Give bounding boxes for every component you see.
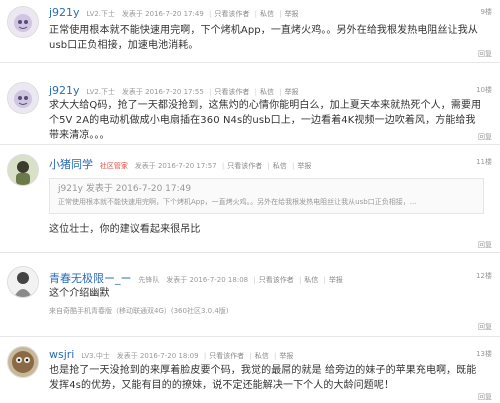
post-content: 也是抢了一天没抢到的来厚着脸皮要个码，我觉的最屌的就是 给旁边的妹子的苹果充电啊… — [49, 365, 477, 391]
post-content: 这位壮士，你的建议看起来很吊比 — [49, 224, 201, 235]
report-link[interactable]: 举报 — [329, 276, 343, 284]
pm-link[interactable]: 私信 — [260, 88, 274, 96]
floor-number: 11楼 — [476, 158, 492, 166]
user-level: 先锋队 — [138, 276, 160, 284]
reply-link[interactable]: 回复 — [478, 240, 492, 250]
reply-link[interactable]: 回复 — [478, 132, 492, 142]
avatar[interactable] — [7, 154, 39, 186]
report-link[interactable]: 举报 — [297, 162, 311, 170]
quote-block: j921y 发表于 2016-7-20 17:49 正常使用根本就不能快速用完啊… — [49, 178, 484, 214]
post-content: 求大大给Q码，抢了一天都没抢到，这焦灼的心情你能明白么，加上夏天本来就热死个人，… — [49, 100, 482, 141]
report-link[interactable]: 举报 — [279, 352, 293, 360]
quote-header: j921y 发表于 2016-7-20 17:49 — [58, 184, 192, 194]
floor-number: 9楼 — [480, 8, 492, 16]
pm-link[interactable]: 私信 — [255, 352, 269, 360]
avatar[interactable] — [7, 6, 39, 38]
reply-link[interactable]: 回复 — [478, 49, 492, 59]
reply-post-9: j921y LV2.下士 发表于 2016-7-20 17:49 | 只看该作者 … — [0, 0, 500, 63]
only-author-link[interactable]: 只看该作者 — [259, 276, 294, 284]
floor-number: 10楼 — [476, 86, 492, 94]
floor-number: 13楼 — [476, 350, 492, 358]
post-meta: 青春无极限ー_ー 先锋队 发表于 2016-7-20 18:08 | 只看该作者 … — [49, 272, 343, 285]
user-level: LV2.下士 — [86, 10, 116, 18]
reply-post-13: wsjri LV3.中士 发表于 2016-7-20 18:09 | 只看该作者 … — [0, 342, 500, 403]
post-meta: 小猪同学 社区管家 发表于 2016-7-20 17:57 | 只看该作者 | 私信… — [49, 158, 312, 171]
reply-post-11: 小猪同学 社区管家 发表于 2016-7-20 17:57 | 只看该作者 | 私信… — [0, 150, 500, 253]
user-level: LV3.中士 — [81, 352, 110, 360]
report-link[interactable]: 举报 — [285, 10, 299, 18]
username[interactable]: j921y — [49, 84, 80, 97]
report-link[interactable]: 举报 — [285, 88, 299, 96]
avatar[interactable] — [7, 82, 39, 114]
moderator-badge: 社区管家 — [99, 162, 128, 170]
quote-body: 正常使用根本就不能快速用完啊，下个烤机App，一直烤火鸡。。另外在给我根发热电阻… — [58, 198, 417, 206]
reply-post-10: j921y LV2.下士 发表于 2016-7-20 17:55 | 只看该作者 … — [0, 78, 500, 145]
reply-post-12: 青春无极限ー_ー 先锋队 发表于 2016-7-20 18:08 | 只看该作者 … — [0, 264, 500, 337]
avatar[interactable] — [7, 346, 39, 378]
username[interactable]: j921y — [49, 6, 80, 19]
username[interactable]: 青春无极限ー_ー — [49, 272, 132, 285]
floor-number: 12楼 — [476, 272, 492, 280]
post-meta: j921y LV2.下士 发表于 2016-7-20 17:49 | 只看该作者 … — [49, 6, 299, 19]
only-author-link[interactable]: 只看该作者 — [227, 162, 262, 170]
post-content: 正常使用根本就不能快速用完啊，下个烤机App，一直烤火鸡。。另外在给我根发热电阻… — [49, 25, 478, 51]
post-time: 发表于 2016-7-20 18:09 — [116, 352, 199, 360]
post-time: 发表于 2016-7-20 17:55 — [121, 88, 204, 96]
post-source: 来自奇酷手机青春版（移动联通双4G）(360社区3.0.4版) — [49, 307, 229, 315]
only-author-link[interactable]: 只看该作者 — [214, 10, 249, 18]
post-time: 发表于 2016-7-20 17:49 — [121, 10, 204, 18]
post-meta: j921y LV2.下士 发表于 2016-7-20 17:55 | 只看该作者 … — [49, 84, 299, 97]
only-author-link[interactable]: 只看该作者 — [214, 88, 249, 96]
pm-link[interactable]: 私信 — [260, 10, 274, 18]
post-time: 发表于 2016-7-20 18:08 — [166, 276, 249, 284]
only-author-link[interactable]: 只看该作者 — [209, 352, 244, 360]
reply-link[interactable]: 回复 — [478, 392, 492, 402]
reply-link[interactable]: 回复 — [478, 322, 492, 332]
post-time: 发表于 2016-7-20 17:57 — [134, 162, 217, 170]
username[interactable]: wsjri — [49, 348, 74, 361]
avatar[interactable] — [7, 266, 39, 298]
post-meta: wsjri LV3.中士 发表于 2016-7-20 18:09 | 只看该作者 … — [49, 348, 294, 361]
pm-link[interactable]: 私信 — [273, 162, 287, 170]
pm-link[interactable]: 私信 — [304, 276, 318, 284]
user-level: LV2.下士 — [86, 88, 116, 96]
username[interactable]: 小猪同学 — [49, 158, 93, 171]
post-content: 这个介绍幽默 — [49, 288, 110, 299]
